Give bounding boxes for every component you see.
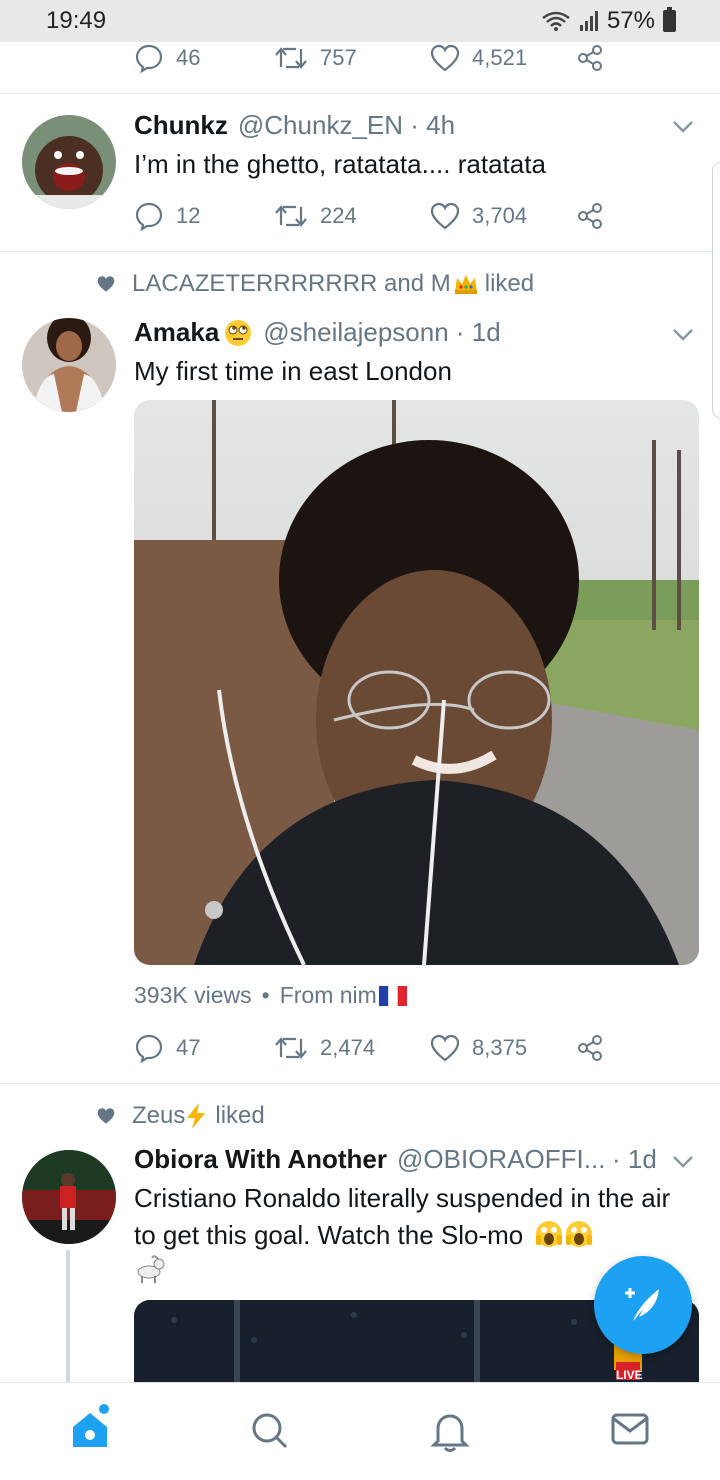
video-source[interactable]: From nim (280, 982, 377, 1009)
chevron-down-icon[interactable] (672, 1155, 694, 1169)
reply-button[interactable]: 47 (134, 1033, 274, 1063)
avatar[interactable] (22, 318, 116, 412)
liked-label: liked (484, 270, 535, 297)
bottom-nav (0, 1382, 720, 1480)
signal-icon (579, 11, 598, 31)
like-count: 3,704 (472, 203, 528, 228)
author-name[interactable]: Amaka (134, 317, 219, 348)
like-count: 8,375 (472, 1035, 528, 1060)
compose-tweet-button[interactable] (594, 1256, 692, 1354)
screaming-face-emoji-icon (536, 1221, 563, 1247)
tweet-header: Obiora With Another @OBIORAOFFI... (134, 1144, 605, 1175)
retweet-button[interactable]: 224 (274, 203, 430, 229)
retweet-count: 2,474 (320, 1035, 376, 1060)
share-button[interactable] (576, 202, 604, 230)
tweet-text: I’m in the ghetto, ratatata.... ratatata (134, 149, 546, 179)
video-meta: 393K views • From nim (134, 982, 407, 1009)
thread-line (66, 1250, 70, 1382)
social-context: LACAZETERRRRRRR and M liked (96, 270, 534, 298)
liked-label: liked (215, 1102, 265, 1129)
tweet-divider (0, 1083, 720, 1084)
share-icon (578, 203, 602, 229)
author-handle: @OBIORAOFFI... (397, 1144, 606, 1174)
nav-home[interactable] (70, 1403, 112, 1456)
wifi-icon (542, 11, 570, 31)
share-icon (578, 1035, 602, 1061)
battery-icon (663, 7, 676, 32)
tweet-header: Chunkz @Chunkz_EN · 4h (134, 110, 455, 141)
france-flag-icon (378, 985, 407, 1006)
retweet-count: 757 (320, 45, 357, 70)
tweet-divider (0, 251, 720, 252)
tweet-header: Amaka @sheilajepsonn · 1d (134, 317, 501, 348)
reply-button[interactable]: 12 (134, 201, 274, 231)
reply-icon (135, 44, 163, 73)
liked-by-names[interactable]: LACAZETERRRRRRR and M (132, 270, 451, 298)
nav-search[interactable] (250, 1411, 290, 1456)
nav-messages[interactable] (610, 1411, 650, 1452)
like-button[interactable]: 8,375 (430, 1034, 576, 1062)
author-handle: @sheilajepsonn · 1d (263, 317, 501, 347)
tweet-actions: 47 2,474 8,375 (134, 1028, 604, 1068)
status-bar: 19:49 57% (0, 0, 720, 42)
heart-icon (430, 44, 460, 72)
author-name[interactable]: Chunkz (134, 110, 228, 141)
reply-button[interactable]: 46 (134, 43, 274, 73)
reply-icon (135, 1034, 163, 1063)
retweet-icon (275, 47, 307, 69)
reply-icon (135, 202, 163, 231)
share-button[interactable] (576, 1034, 604, 1062)
view-count: 393K views (134, 982, 252, 1008)
reply-count: 46 (176, 45, 201, 70)
reply-count: 47 (176, 1035, 201, 1060)
like-button[interactable]: 3,704 (430, 202, 576, 230)
scroll-handle[interactable] (712, 162, 720, 418)
heart-icon (430, 202, 460, 230)
like-button[interactable]: 4,521 (430, 44, 576, 72)
tweet-divider (0, 93, 720, 94)
chevron-down-icon[interactable] (672, 120, 694, 134)
rolling-eyes-emoji-icon (225, 319, 252, 346)
compose-icon (625, 1288, 659, 1321)
retweet-button[interactable]: 2,474 (274, 1035, 430, 1061)
retweet-icon (275, 205, 307, 227)
goat-emoji-icon (137, 1255, 165, 1283)
share-button[interactable] (576, 44, 604, 72)
heart-filled-icon (97, 276, 115, 292)
like-count: 4,521 (472, 45, 528, 70)
notifications-icon (430, 1414, 470, 1452)
tweet-actions: 46 757 4,521 (134, 38, 604, 78)
reply-count: 12 (176, 203, 201, 228)
retweet-count: 224 (320, 203, 357, 228)
retweet-button[interactable]: 757 (274, 45, 430, 71)
messages-icon (611, 1413, 649, 1445)
tweet-actions: 12 224 3,704 (134, 196, 604, 236)
tweet-text: Cristiano Ronaldo literally suspended in… (134, 1180, 674, 1294)
author-handle: @Chunkz_EN · 4h (237, 110, 456, 140)
screaming-face-emoji-icon (566, 1221, 593, 1247)
avatar[interactable] (22, 1150, 116, 1244)
heart-filled-icon (97, 1108, 115, 1124)
tweet-text: My first time in east London (134, 356, 452, 386)
search-icon (252, 1413, 288, 1449)
social-context: Zeus liked (96, 1102, 265, 1130)
nav-notifications[interactable] (430, 1411, 470, 1458)
liked-by-names[interactable]: Zeus (132, 1102, 185, 1130)
lightning-emoji-icon (187, 1103, 206, 1129)
retweet-icon (275, 1037, 307, 1059)
status-time: 19:49 (46, 7, 107, 34)
tweet-time: · 1d (612, 1144, 657, 1174)
heart-icon (430, 1034, 460, 1062)
live-badge: LIVE (616, 1368, 643, 1382)
avatar[interactable] (22, 115, 116, 209)
crown-emoji-icon (454, 275, 477, 294)
status-icons: 57% (541, 7, 676, 35)
video-thumbnail[interactable] (134, 400, 699, 965)
home-icon (73, 1404, 109, 1447)
chevron-down-icon[interactable] (672, 328, 694, 342)
battery-percent: 57% (606, 7, 655, 34)
share-icon (578, 45, 602, 71)
author-name[interactable]: Obiora With Another (134, 1144, 387, 1175)
